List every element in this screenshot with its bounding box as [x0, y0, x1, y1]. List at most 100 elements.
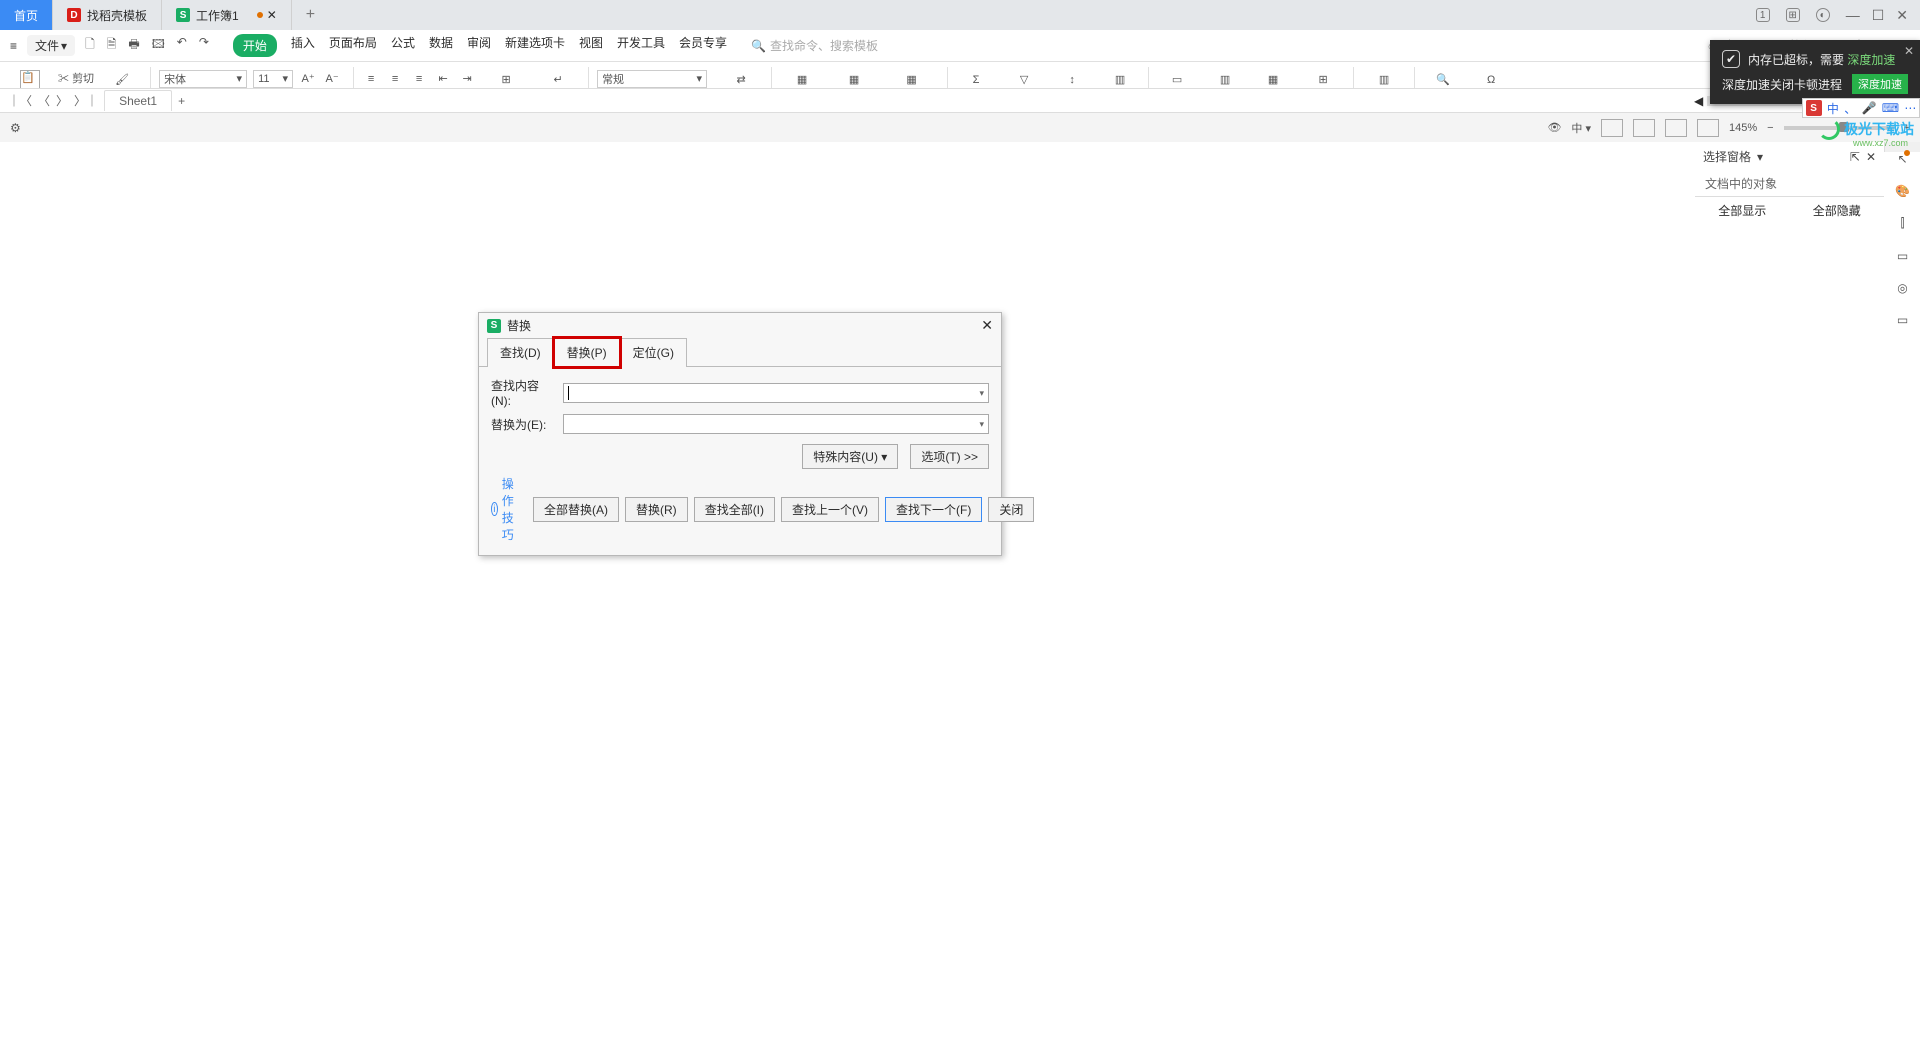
cursor-tool-icon[interactable]: ↖: [1897, 152, 1907, 166]
hide-all-button[interactable]: 全部隐藏: [1790, 197, 1885, 224]
replace-button[interactable]: 替换(R): [625, 497, 688, 522]
font-name-value: 宋体: [164, 71, 186, 87]
sheet-nav-next[interactable]: 〉: [56, 92, 68, 109]
toast-close-button[interactable]: ✕: [1904, 44, 1914, 58]
tab-data[interactable]: 数据: [429, 34, 453, 57]
add-sheet-button[interactable]: +: [178, 94, 185, 108]
toast-action-button[interactable]: 深度加速: [1852, 74, 1908, 94]
watermark: 极光下载站 www.xz7.com: [1818, 118, 1914, 140]
sheet-nav-prev[interactable]: 〈: [38, 92, 50, 109]
redo-icon[interactable]: ↷: [199, 35, 209, 56]
tab-workbook-1[interactable]: S工作簿1✕: [162, 0, 292, 30]
tab-formula[interactable]: 公式: [391, 34, 415, 57]
tips-link[interactable]: i操作技巧: [491, 475, 521, 543]
open-icon[interactable]: 🗎: [107, 35, 117, 56]
row-icon[interactable]: ⫿: [1901, 216, 1905, 231]
tab-vip[interactable]: 会员专享: [679, 34, 727, 57]
dialog-titlebar[interactable]: S 替换 ✕: [479, 313, 1001, 338]
new-tab-button[interactable]: +: [292, 0, 329, 30]
indent-dec-icon[interactable]: ⇤: [434, 70, 452, 88]
tab-start[interactable]: 开始: [233, 34, 277, 57]
close-icon[interactable]: ✕: [1866, 150, 1876, 164]
view-break-button[interactable]: [1665, 119, 1687, 137]
chevron-down-icon[interactable]: ▾: [979, 419, 984, 430]
tab-page-layout[interactable]: 页面布局: [329, 34, 377, 57]
ime-lang[interactable]: 中: [1827, 100, 1839, 117]
toast-sub: 深度加速关闭卡顿进程: [1722, 76, 1842, 93]
text-caret-icon: [568, 386, 569, 400]
chevron-down-icon[interactable]: ▾: [979, 388, 984, 399]
hamburger-icon[interactable]: ≡: [10, 39, 17, 53]
sheet-nav-first[interactable]: ｜〈: [8, 92, 32, 109]
dialog-tab-goto[interactable]: 定位(G): [620, 338, 687, 367]
preview-icon[interactable]: 🖾: [152, 35, 165, 56]
undo-icon[interactable]: ↶: [177, 35, 187, 56]
find-prev-button[interactable]: 查找上一个(V): [781, 497, 879, 522]
new-icon[interactable]: 🗋: [85, 35, 95, 56]
layout-icon[interactable]: 1: [1756, 8, 1770, 22]
sheet-nav-last[interactable]: 〉｜: [74, 92, 98, 109]
ime-more-icon[interactable]: ⋯: [1904, 101, 1916, 115]
tab-view[interactable]: 视图: [579, 34, 603, 57]
tab-dev[interactable]: 开发工具: [617, 34, 665, 57]
tab-custom[interactable]: 新建选项卡: [505, 34, 565, 57]
tab-close-icon[interactable]: ✕: [267, 8, 277, 22]
indent-inc-icon[interactable]: ⇥: [458, 70, 476, 88]
sheet-tab-1[interactable]: Sheet1: [104, 90, 172, 111]
dialog-close-button[interactable]: ✕: [981, 317, 993, 334]
replace-all-button[interactable]: 全部替换(A): [533, 497, 619, 522]
show-all-button[interactable]: 全部显示: [1695, 197, 1790, 224]
file-menu-button[interactable]: 文件▾: [27, 35, 75, 56]
command-search[interactable]: 🔍 查找命令、搜索模板: [751, 37, 878, 54]
find-all-button[interactable]: 查找全部(I): [694, 497, 775, 522]
tab-templates[interactable]: D找稻壳模板: [53, 0, 162, 30]
avatar-icon[interactable]: ◐: [1816, 8, 1830, 22]
options-button[interactable]: 选项(T) >>: [910, 444, 989, 469]
freeze-icon: ⊞: [1318, 73, 1327, 86]
dialog-tab-replace[interactable]: 替换(P): [554, 338, 620, 367]
dialog-close-button-2[interactable]: 关闭: [988, 497, 1034, 522]
find-next-button[interactable]: 查找下一个(F): [885, 497, 982, 522]
settings-icon[interactable]: ▭: [1897, 249, 1908, 263]
align-bot-icon[interactable]: ≡: [410, 70, 428, 88]
convert-icon: ⇄: [736, 73, 745, 86]
font-name-select[interactable]: 宋体▾: [159, 70, 247, 88]
increase-font-icon[interactable]: A⁺: [299, 70, 317, 88]
settings-gear-icon[interactable]: ⚙: [10, 121, 21, 135]
bookmark-icon[interactable]: ▭: [1897, 313, 1908, 327]
replace-input[interactable]: ▾: [563, 414, 989, 434]
number-format-select[interactable]: 常规▾: [597, 70, 707, 88]
chevron-down-icon[interactable]: ▾: [1757, 150, 1763, 164]
print-icon[interactable]: 🖶: [128, 35, 139, 56]
apps-icon[interactable]: ⊞: [1786, 8, 1800, 22]
align-mid-icon[interactable]: ≡: [386, 70, 404, 88]
view-page-button[interactable]: [1633, 119, 1655, 137]
decrease-font-icon[interactable]: A⁻: [323, 70, 341, 88]
find-input[interactable]: ▾: [563, 383, 989, 403]
dialog-tab-find[interactable]: 查找(D): [487, 338, 554, 367]
view-reader-button[interactable]: [1697, 119, 1719, 137]
zoom-out-button[interactable]: −: [1767, 122, 1773, 134]
workbook-icon: S: [176, 8, 190, 22]
ime-punct-icon[interactable]: 、: [1844, 100, 1856, 117]
ime-bar[interactable]: S 中 、 🎤 ⌨ ⋯: [1802, 98, 1920, 118]
view-normal-button[interactable]: [1601, 119, 1623, 137]
tab-home[interactable]: 首页: [0, 0, 53, 30]
tab-review[interactable]: 审阅: [467, 34, 491, 57]
ime-keyboard-icon[interactable]: ⌨: [1882, 101, 1899, 115]
ime-indicator[interactable]: 中 ▾: [1571, 120, 1591, 136]
target-icon[interactable]: ◎: [1897, 281, 1907, 295]
ime-mic-icon[interactable]: 🎤: [1862, 101, 1877, 115]
align-top-icon[interactable]: ≡: [362, 70, 380, 88]
cut-button[interactable]: ✂ 剪切: [58, 70, 94, 86]
window-minimize-button[interactable]: —: [1846, 7, 1860, 24]
font-size-select[interactable]: 11▾: [253, 70, 293, 88]
special-content-button[interactable]: 特殊内容(U) ▾: [802, 444, 898, 469]
style-pane-icon[interactable]: 🎨: [1895, 184, 1910, 198]
window-maximize-button[interactable]: ☐: [1872, 7, 1885, 24]
pin-icon[interactable]: ⇱: [1850, 150, 1860, 164]
tab-insert[interactable]: 插入: [291, 34, 315, 57]
template-icon: D: [67, 8, 81, 22]
eye-icon[interactable]: 👁: [1547, 121, 1561, 134]
window-close-button[interactable]: ✕: [1896, 7, 1908, 24]
